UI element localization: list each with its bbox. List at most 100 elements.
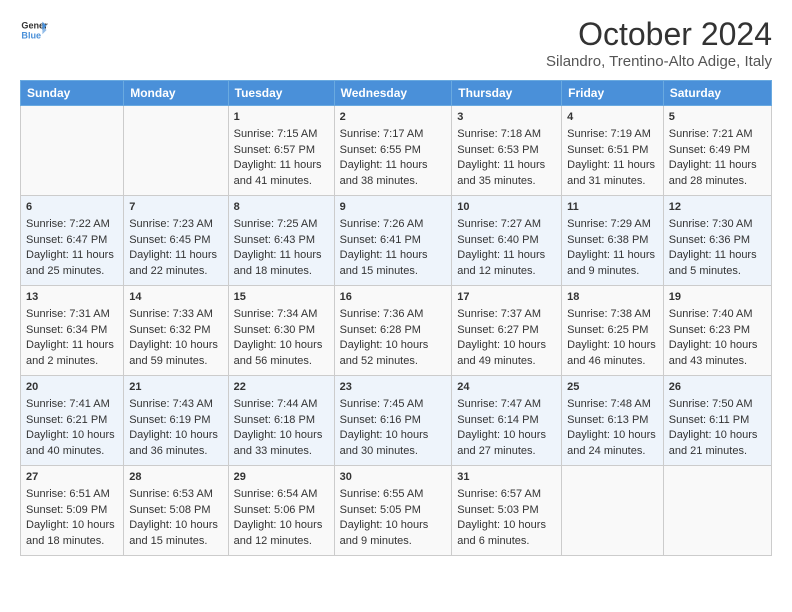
day-info: Sunrise: 6:54 AM [234, 487, 329, 502]
day-info: Daylight: 11 hours and 15 minutes. [340, 248, 447, 279]
week-row-1: 1Sunrise: 7:15 AMSunset: 6:57 PMDaylight… [21, 106, 772, 196]
calendar-cell: 25Sunrise: 7:48 AMSunset: 6:13 PMDayligh… [562, 376, 664, 466]
day-info: Sunrise: 7:25 AM [234, 217, 329, 232]
day-info: Sunset: 6:32 PM [129, 323, 222, 338]
day-info: Sunset: 5:08 PM [129, 503, 222, 518]
day-info: Sunset: 6:16 PM [340, 413, 447, 428]
day-number: 12 [669, 200, 766, 215]
day-number: 19 [669, 290, 766, 305]
day-info: Sunset: 6:49 PM [669, 143, 766, 158]
calendar-table: SundayMondayTuesdayWednesdayThursdayFrid… [20, 80, 772, 556]
day-info: Daylight: 11 hours and 9 minutes. [567, 248, 658, 279]
day-number: 27 [26, 470, 118, 485]
day-info: Sunrise: 7:38 AM [567, 307, 658, 322]
calendar-cell [663, 466, 771, 556]
day-info: Daylight: 11 hours and 31 minutes. [567, 158, 658, 189]
day-info: Sunrise: 7:30 AM [669, 217, 766, 232]
day-number: 31 [457, 470, 556, 485]
day-header-wednesday: Wednesday [334, 81, 452, 106]
calendar-cell: 23 Sunrise: 7:45 AMSunset: 6:16 PMDayligh… [334, 376, 452, 466]
calendar-cell: 4 Sunrise: 7:19 AMSunset: 6:51 PMDaylight… [562, 106, 664, 196]
day-number: 22 [234, 380, 329, 395]
title-block: October 2024 Silandro, Trentino-Alto Adi… [546, 16, 772, 70]
day-info: Sunset: 6:38 PM [567, 233, 658, 248]
calendar-cell: 30Sunrise: 6:55 AMSunset: 5:05 PMDayligh… [334, 466, 452, 556]
day-info: Sunset: 5:05 PM [340, 503, 447, 518]
day-info: Daylight: 10 hours and 43 minutes. [669, 338, 766, 369]
day-info: Daylight: 10 hours and 52 minutes. [340, 338, 447, 369]
day-info: Sunset: 6:23 PM [669, 323, 766, 338]
day-info: Daylight: 11 hours and 41 minutes. [234, 158, 329, 189]
week-row-3: 13Sunrise: 7:31 AMSunset: 6:34 PMDayligh… [21, 286, 772, 376]
day-info: Sunrise: 7:36 AM [340, 307, 447, 322]
calendar-cell: 16Sunrise: 7:36 AMSunset: 6:28 PMDayligh… [334, 286, 452, 376]
calendar-cell: 11Sunrise: 7:29 AMSunset: 6:38 PMDayligh… [562, 196, 664, 286]
day-info: Daylight: 10 hours and 9 minutes. [340, 518, 447, 549]
day-info: Daylight: 10 hours and 46 minutes. [567, 338, 658, 369]
day-info: Sunrise: 7:50 AM [669, 397, 766, 412]
day-info: Sunset: 6:11 PM [669, 413, 766, 428]
day-info: Sunrise: 7:21 AM [669, 127, 766, 142]
day-info: Daylight: 10 hours and 24 minutes. [567, 428, 658, 459]
day-info: Sunset: 5:06 PM [234, 503, 329, 518]
day-info: Sunrise: 7:33 AM [129, 307, 222, 322]
day-info: Sunset: 6:18 PM [234, 413, 329, 428]
calendar-cell: 29Sunrise: 6:54 AMSunset: 5:06 PMDayligh… [228, 466, 334, 556]
calendar-cell: 28Sunrise: 6:53 AMSunset: 5:08 PMDayligh… [124, 466, 228, 556]
day-info: Sunset: 6:30 PM [234, 323, 329, 338]
day-header-friday: Friday [562, 81, 664, 106]
calendar-cell [21, 106, 124, 196]
day-info: Sunset: 6:34 PM [26, 323, 118, 338]
day-info: Sunset: 6:55 PM [340, 143, 447, 158]
calendar-cell: 15Sunrise: 7:34 AMSunset: 6:30 PMDayligh… [228, 286, 334, 376]
day-info: Sunset: 6:13 PM [567, 413, 658, 428]
day-info: Daylight: 10 hours and 27 minutes. [457, 428, 556, 459]
day-info: Daylight: 10 hours and 40 minutes. [26, 428, 118, 459]
day-number: 25 [567, 380, 658, 395]
day-info: Sunset: 6:14 PM [457, 413, 556, 428]
day-info: Sunrise: 6:51 AM [26, 487, 118, 502]
day-info: Sunset: 5:09 PM [26, 503, 118, 518]
day-header-tuesday: Tuesday [228, 81, 334, 106]
header-row: SundayMondayTuesdayWednesdayThursdayFrid… [21, 81, 772, 106]
day-info: Sunrise: 7:45 AM [340, 397, 447, 412]
day-info: Sunrise: 6:57 AM [457, 487, 556, 502]
day-info: Sunset: 6:51 PM [567, 143, 658, 158]
day-number: 18 [567, 290, 658, 305]
calendar-cell: 20Sunrise: 7:41 AMSunset: 6:21 PMDayligh… [21, 376, 124, 466]
day-header-monday: Monday [124, 81, 228, 106]
day-info: Sunrise: 7:31 AM [26, 307, 118, 322]
day-info: Daylight: 10 hours and 30 minutes. [340, 428, 447, 459]
day-number: 16 [340, 290, 447, 305]
day-info: Sunset: 6:25 PM [567, 323, 658, 338]
day-info: Daylight: 11 hours and 28 minutes. [669, 158, 766, 189]
calendar-cell: 19Sunrise: 7:40 AMSunset: 6:23 PMDayligh… [663, 286, 771, 376]
day-info: Daylight: 10 hours and 18 minutes. [26, 518, 118, 549]
calendar-cell: 2Sunrise: 7:17 AMSunset: 6:55 PMDaylight… [334, 106, 452, 196]
day-info: Sunset: 6:43 PM [234, 233, 329, 248]
day-info: Sunrise: 7:37 AM [457, 307, 556, 322]
calendar-cell [562, 466, 664, 556]
day-info: Sunset: 6:57 PM [234, 143, 329, 158]
day-info: Daylight: 11 hours and 35 minutes. [457, 158, 556, 189]
day-info: Daylight: 10 hours and 56 minutes. [234, 338, 329, 369]
day-number: 23 [340, 380, 447, 395]
calendar-cell: 5Sunrise: 7:21 AMSunset: 6:49 PMDaylight… [663, 106, 771, 196]
calendar-cell: 18 Sunrise: 7:38 AMSunset: 6:25 PMDayligh… [562, 286, 664, 376]
day-info: Daylight: 10 hours and 33 minutes. [234, 428, 329, 459]
day-number: 2 [340, 110, 447, 125]
calendar-cell: 10Sunrise: 7:27 AMSunset: 6:40 PMDayligh… [452, 196, 562, 286]
week-row-2: 6Sunrise: 7:22 AMSunset: 6:47 PMDaylight… [21, 196, 772, 286]
day-number: 20 [26, 380, 118, 395]
calendar-cell: 3Sunrise: 7:18 AMSunset: 6:53 PMDaylight… [452, 106, 562, 196]
calendar-cell: 26Sunrise: 7:50 AMSunset: 6:11 PMDayligh… [663, 376, 771, 466]
day-info: Sunset: 6:41 PM [340, 233, 447, 248]
day-info: Sunset: 5:03 PM [457, 503, 556, 518]
calendar-cell: 22Sunrise: 7:44 AMSunset: 6:18 PMDayligh… [228, 376, 334, 466]
day-info: Daylight: 10 hours and 49 minutes. [457, 338, 556, 369]
calendar-cell [124, 106, 228, 196]
day-number: 30 [340, 470, 447, 485]
day-number: 4 [567, 110, 658, 125]
day-info: Daylight: 10 hours and 15 minutes. [129, 518, 222, 549]
day-info: Sunrise: 7:19 AM [567, 127, 658, 142]
